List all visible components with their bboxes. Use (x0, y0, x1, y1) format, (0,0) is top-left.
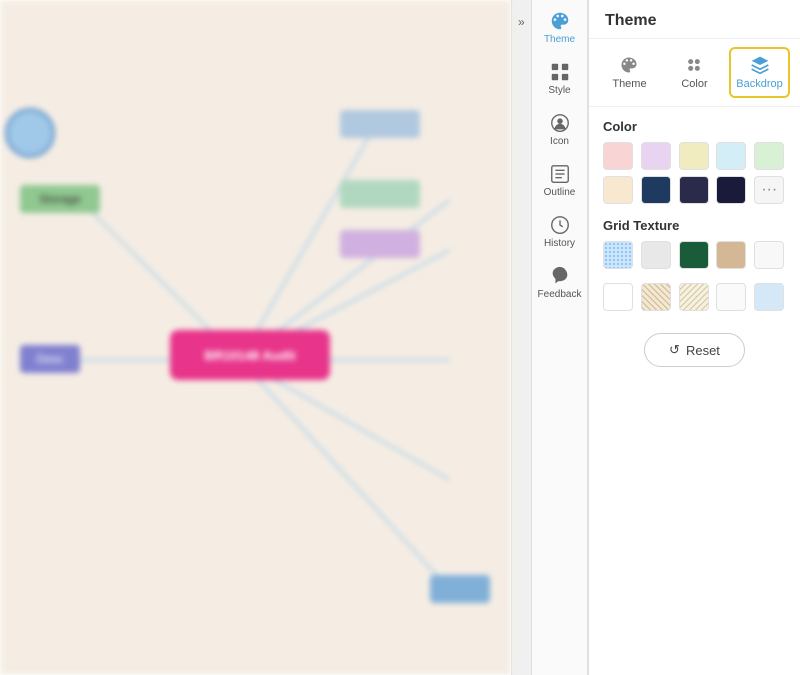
texture-swatch-diagonal2[interactable] (679, 283, 709, 311)
color-swatch-7[interactable] (679, 176, 709, 204)
texture-swatch-white3[interactable] (716, 283, 746, 311)
texture-swatch-dots[interactable] (603, 241, 633, 269)
tab-color[interactable]: Color (664, 47, 725, 98)
node-left-1: Storage (20, 185, 100, 213)
color-grid: ··· (603, 142, 786, 204)
collapse-sidebar-button[interactable]: » (511, 0, 532, 675)
color-swatch-more[interactable]: ··· (754, 176, 784, 204)
collapse-icon: » (518, 15, 525, 29)
canvas-area: BR10148 Audit Storage Desc (0, 0, 511, 675)
color-swatch-0[interactable] (603, 142, 633, 170)
texture-swatch-diagonal[interactable] (641, 283, 671, 311)
outline-icon (549, 163, 571, 185)
tab-theme-label: Theme (612, 78, 646, 90)
sidebar-item-history-label: History (544, 238, 575, 249)
color-swatch-3[interactable] (716, 142, 746, 170)
node-bottom (430, 575, 490, 603)
sidebar-item-theme[interactable]: Theme (532, 0, 587, 51)
sidebar-item-icon-label: Icon (550, 136, 569, 147)
sidebar-item-outline-label: Outline (544, 187, 576, 198)
color-swatch-4[interactable] (754, 142, 784, 170)
color-swatch-8[interactable] (716, 176, 746, 204)
tab-color-label: Color (681, 78, 707, 90)
sidebar-item-feedback[interactable]: Feedback (532, 255, 587, 306)
texture-swatch-white2[interactable] (603, 283, 633, 311)
sidebar-item-outline[interactable]: Outline (532, 153, 587, 204)
color-swatch-2[interactable] (679, 142, 709, 170)
icon-icon (549, 112, 571, 134)
panel-content: Color ··· Grid Texture (589, 107, 800, 675)
reset-label: Reset (686, 343, 720, 358)
sidebar-item-style-label: Style (548, 85, 570, 96)
panel-title: Theme (589, 0, 800, 39)
color-swatch-6[interactable] (641, 176, 671, 204)
history-icon (549, 214, 571, 236)
node-circle (5, 108, 55, 158)
tab-backdrop[interactable]: Backdrop (729, 47, 790, 98)
tab-theme[interactable]: Theme (599, 47, 660, 98)
icon-sidebar: Theme Style Icon Outline (532, 0, 588, 675)
texture-swatch-light-blue[interactable] (754, 283, 784, 311)
tab-backdrop-icon (750, 55, 770, 75)
node-left-2: Desc (20, 345, 80, 373)
panel-tabs: Theme Color Backdrop (589, 39, 800, 107)
texture-swatch-dark-green[interactable] (679, 241, 709, 269)
theme-icon (549, 10, 571, 32)
texture-swatch-tan[interactable] (716, 241, 746, 269)
texture-swatch-white[interactable] (754, 241, 784, 269)
sidebar-item-feedback-label: Feedback (538, 289, 582, 300)
sidebar-item-history[interactable]: History (532, 204, 587, 255)
color-swatch-1[interactable] (641, 142, 671, 170)
color-section-title: Color (603, 119, 786, 134)
texture-grid-row2 (603, 283, 786, 311)
right-panel: Theme Theme Color B (588, 0, 800, 675)
texture-section-title: Grid Texture (603, 218, 786, 233)
sidebar-item-icon[interactable]: Icon (532, 102, 587, 153)
node-1 (340, 110, 420, 138)
reset-button[interactable]: ↺ Reset (644, 333, 745, 367)
tab-backdrop-label: Backdrop (736, 78, 782, 90)
sidebar-item-theme-label: Theme (544, 34, 575, 45)
style-icon (549, 61, 571, 83)
feedback-icon (549, 265, 571, 287)
tab-theme-icon (619, 55, 639, 75)
texture-grid-row1 (603, 241, 786, 269)
color-swatch-5[interactable] (603, 176, 633, 204)
reset-icon: ↺ (669, 342, 680, 358)
texture-swatch-plain[interactable] (641, 241, 671, 269)
node-2 (340, 180, 420, 208)
sidebar-item-style[interactable]: Style (532, 51, 587, 102)
center-node: BR10148 Audit (170, 330, 330, 380)
node-3 (340, 230, 420, 258)
tab-color-icon (684, 55, 704, 75)
